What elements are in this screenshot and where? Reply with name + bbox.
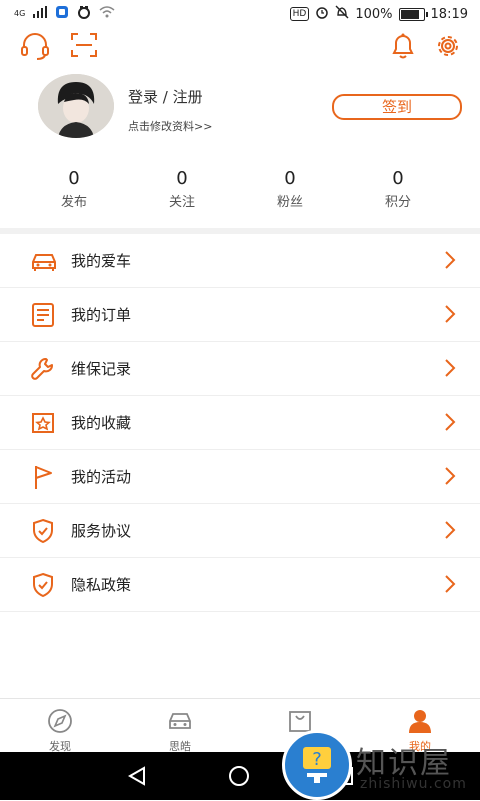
menu-item-privacy-policy[interactable]: 隐私政策 bbox=[0, 558, 480, 612]
menu-item-label: 维保记录 bbox=[71, 360, 132, 378]
menu-list: 我的爱车 我的订单 维保记录 我的收藏 我的活动 服务协议 隐私政策 bbox=[0, 234, 480, 612]
order-icon bbox=[30, 302, 56, 328]
stat-label: 关注 bbox=[168, 195, 195, 210]
notification-icon bbox=[77, 5, 91, 23]
status-bar: 4G HD 100% 18:19 bbox=[0, 0, 480, 28]
wrench-icon bbox=[30, 356, 56, 382]
menu-item-my-car[interactable]: 我的爱车 bbox=[0, 234, 480, 288]
menu-item-service-agreement[interactable]: 服务协议 bbox=[0, 504, 480, 558]
stat-points[interactable]: 0 积分 bbox=[344, 168, 452, 218]
back-icon[interactable] bbox=[127, 766, 147, 790]
network-indicator: 4G bbox=[14, 9, 26, 18]
stat-label: 积分 bbox=[384, 195, 411, 210]
profile-section: 登录 / 注册 点击修改资料>> 签到 bbox=[0, 70, 480, 150]
shield-check-icon bbox=[30, 572, 56, 598]
headset-icon[interactable] bbox=[20, 32, 49, 60]
flag-icon bbox=[30, 464, 56, 490]
hd-badge: HD bbox=[289, 7, 310, 21]
alarm-icon bbox=[315, 5, 329, 23]
bell-icon[interactable] bbox=[390, 32, 418, 60]
tab-sihao[interactable]: 思皓 bbox=[120, 699, 240, 753]
car-icon bbox=[30, 248, 56, 274]
edit-profile-link[interactable]: 点击修改资料>> bbox=[128, 118, 212, 134]
chevron-right-icon bbox=[444, 412, 456, 432]
menu-item-label: 服务协议 bbox=[71, 522, 132, 540]
sign-in-button[interactable]: 签到 bbox=[332, 94, 462, 120]
chevron-right-icon bbox=[444, 466, 456, 486]
tab-discover[interactable]: 发现 bbox=[0, 699, 120, 753]
shield-check-icon bbox=[30, 518, 56, 544]
scan-icon[interactable] bbox=[70, 32, 98, 60]
wifi-icon bbox=[99, 6, 115, 22]
chevron-right-icon bbox=[444, 358, 456, 378]
battery-percent: 100% bbox=[355, 6, 393, 22]
car-front-icon bbox=[169, 713, 191, 729]
clock: 18:19 bbox=[430, 6, 468, 22]
menu-item-label: 我的爱车 bbox=[71, 252, 132, 270]
app-notification-icon bbox=[55, 5, 69, 23]
compass-icon bbox=[48, 709, 72, 733]
gear-icon[interactable] bbox=[434, 32, 462, 60]
svg-text:?: ? bbox=[312, 749, 322, 770]
menu-item-my-orders[interactable]: 我的订单 bbox=[0, 288, 480, 342]
menu-item-favorites[interactable]: 我的收藏 bbox=[0, 396, 480, 450]
chevron-right-icon bbox=[444, 574, 456, 594]
chevron-right-icon bbox=[444, 520, 456, 540]
menu-item-my-activities[interactable]: 我的活动 bbox=[0, 450, 480, 504]
stat-label: 粉丝 bbox=[276, 195, 303, 210]
stat-value: 0 bbox=[284, 168, 296, 189]
person-icon bbox=[409, 710, 431, 733]
stats-row: 0 发布 0 关注 0 粉丝 0 积分 bbox=[0, 168, 480, 218]
watermark-url: zhishiwu.com bbox=[360, 776, 467, 792]
stat-followers[interactable]: 0 粉丝 bbox=[236, 168, 344, 218]
chevron-right-icon bbox=[444, 304, 456, 324]
stat-value: 0 bbox=[68, 168, 80, 189]
menu-item-label: 我的订单 bbox=[71, 306, 132, 324]
watermark-logo: ? bbox=[282, 730, 352, 800]
home-icon[interactable] bbox=[228, 766, 250, 790]
avatar[interactable] bbox=[38, 74, 114, 138]
stat-following[interactable]: 0 关注 bbox=[128, 168, 236, 218]
signal-icon bbox=[33, 6, 48, 22]
stat-label: 发布 bbox=[60, 195, 87, 210]
stat-posts[interactable]: 0 发布 bbox=[20, 168, 128, 218]
chevron-right-icon bbox=[444, 250, 456, 270]
stat-value: 0 bbox=[392, 168, 404, 189]
login-register-link[interactable]: 登录 / 注册 bbox=[128, 86, 203, 107]
menu-item-label: 我的活动 bbox=[71, 468, 132, 486]
menu-item-label: 我的收藏 bbox=[71, 414, 132, 432]
top-bar bbox=[0, 28, 480, 68]
mute-icon bbox=[335, 5, 349, 23]
favorite-icon bbox=[30, 410, 56, 436]
stat-value: 0 bbox=[176, 168, 188, 189]
menu-item-label: 隐私政策 bbox=[71, 576, 132, 594]
battery-icon bbox=[398, 7, 428, 21]
menu-item-maintenance-records[interactable]: 维保记录 bbox=[0, 342, 480, 396]
